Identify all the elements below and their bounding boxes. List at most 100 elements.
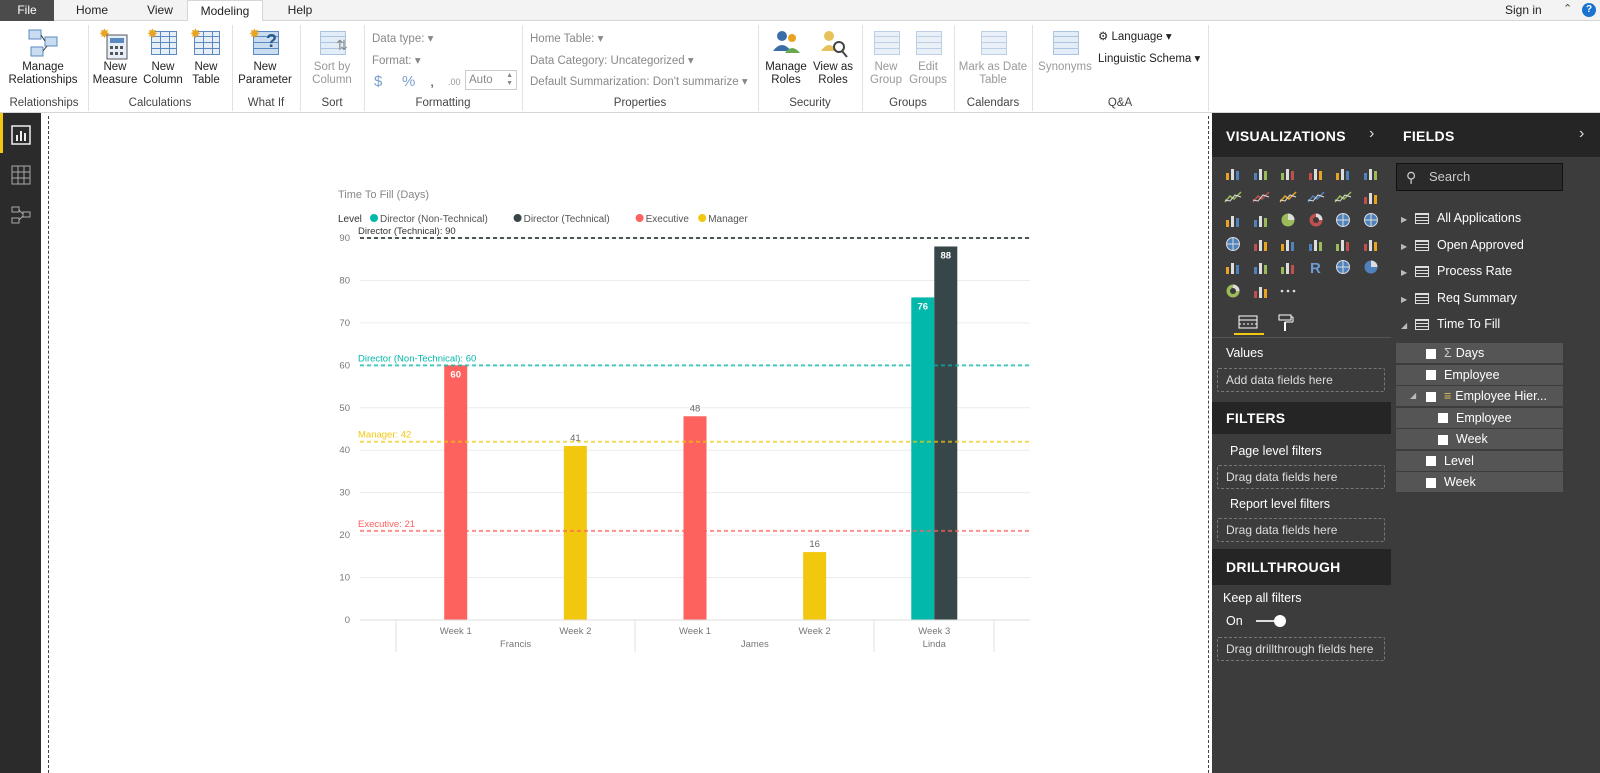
pie-chart-icon[interactable]: [1279, 212, 1297, 228]
field-table-req-summary[interactable]: ▶ Req Summary: [1401, 287, 1517, 309]
linguistic-schema-dropdown[interactable]: Linguistic Schema ▾: [1098, 51, 1200, 65]
chevron-right-icon[interactable]: ›: [1579, 125, 1584, 143]
language-dropdown[interactable]: ⚙ Language ▾: [1098, 29, 1172, 43]
field-item[interactable]: Σ Days: [1396, 343, 1563, 363]
mark-as-date-table-button[interactable]: Mark as Date Table: [958, 27, 1028, 87]
field-item[interactable]: Employee: [1396, 364, 1563, 385]
ribbon-chart-icon[interactable]: [1362, 189, 1380, 205]
new-parameter-button[interactable]: ✸? New Parameter: [236, 27, 294, 87]
new-table-button[interactable]: ✸ New Table: [186, 27, 226, 87]
format-paint-roller-icon[interactable]: [1276, 313, 1300, 335]
100-percent-column-chart-icon[interactable]: [1362, 165, 1380, 181]
data-category-dropdown[interactable]: Data Category: Uncategorized ▾: [530, 53, 694, 67]
new-group-button[interactable]: New Group: [866, 27, 906, 87]
field-checkbox[interactable]: [1426, 456, 1436, 467]
stacked-bar-chart-icon[interactable]: [1224, 165, 1242, 181]
map-icon[interactable]: [1362, 212, 1380, 228]
values-drop-zone[interactable]: Add data fields here: [1217, 368, 1385, 392]
report-filters-drop-zone[interactable]: Drag data fields here: [1217, 518, 1385, 542]
report-view-icon[interactable]: [10, 125, 32, 145]
field-table-open-approved[interactable]: ▶ Open Approved: [1401, 234, 1524, 256]
sort-by-column-button[interactable]: ⇅ Sort by Column: [304, 27, 360, 87]
line-chart-icon[interactable]: [1224, 189, 1242, 205]
field-item[interactable]: Week: [1396, 472, 1563, 492]
fields-well-tab-icon[interactable]: [1234, 313, 1264, 335]
manage-relationships-button[interactable]: Manage Relationships: [4, 27, 82, 87]
tab-help[interactable]: Help: [270, 0, 330, 21]
field-table-time-to-fill[interactable]: ◢ Time To Fill: [1401, 313, 1500, 335]
data-type-dropdown[interactable]: Data type: ▾: [372, 31, 433, 45]
field-table-process-rate[interactable]: ▶ Process Rate: [1401, 260, 1512, 282]
gauge-icon[interactable]: [1279, 236, 1297, 252]
default-summarization-dropdown[interactable]: Default Summarization: Don't summarize ▾: [530, 74, 748, 88]
manage-roles-button[interactable]: Manage Roles: [762, 27, 810, 87]
multi-row-card-icon[interactable]: [1334, 236, 1352, 252]
treemap-icon[interactable]: [1334, 212, 1352, 228]
decimal-places-input[interactable]: Auto ▲ ▼: [465, 70, 517, 90]
stacked-area-chart-icon[interactable]: [1279, 189, 1297, 205]
chevron-up-icon[interactable]: ⌃: [1563, 2, 1572, 15]
percent-button[interactable]: %: [402, 73, 415, 90]
funnel-icon[interactable]: [1252, 236, 1270, 252]
tab-view[interactable]: View: [130, 0, 190, 21]
arcgis-map-icon[interactable]: [1334, 259, 1352, 275]
sign-in-link[interactable]: Sign in: [1505, 3, 1542, 17]
data-view-icon[interactable]: [10, 165, 32, 185]
decimal-button[interactable]: .00: [448, 77, 461, 87]
table-visual-icon[interactable]: [1252, 259, 1270, 275]
field-checkbox[interactable]: [1438, 413, 1448, 424]
field-checkbox[interactable]: [1426, 370, 1436, 381]
new-table-label: New Table: [192, 61, 220, 86]
synonyms-button[interactable]: Synonyms: [1036, 27, 1094, 74]
r-visual-icon[interactable]: R: [1307, 259, 1325, 275]
comma-button[interactable]: ,: [430, 73, 434, 90]
filled-map-icon[interactable]: [1224, 236, 1242, 252]
field-checkbox[interactable]: [1438, 434, 1448, 445]
custom-pie-icon[interactable]: [1362, 259, 1380, 275]
field-checkbox[interactable]: [1426, 391, 1436, 402]
bar: [444, 365, 468, 620]
field-checkbox[interactable]: [1426, 348, 1436, 359]
kpi-icon[interactable]: [1362, 236, 1380, 252]
chevron-right-icon[interactable]: ›: [1369, 125, 1374, 143]
more-visuals-icon[interactable]: [1279, 283, 1297, 299]
tab-modeling[interactable]: Modeling: [187, 0, 263, 22]
tab-file[interactable]: File: [0, 0, 54, 21]
help-icon[interactable]: ?: [1582, 3, 1596, 17]
matrix-icon[interactable]: [1279, 259, 1297, 275]
currency-button[interactable]: $: [374, 73, 382, 90]
waterfall-chart-icon[interactable]: [1224, 212, 1242, 228]
field-item[interactable]: Week: [1396, 429, 1563, 449]
keep-filters-toggle[interactable]: [1256, 615, 1286, 627]
custom-visual-icon[interactable]: [1252, 283, 1270, 299]
drillthrough-drop-zone[interactable]: Drag drillthrough fields here: [1217, 637, 1385, 661]
100-percent-bar-chart-icon[interactable]: [1334, 165, 1352, 181]
column-chart[interactable]: Time To Fill (Days) Level Director (Non-…: [330, 180, 1050, 660]
line-column-chart-icon[interactable]: [1306, 189, 1325, 205]
home-table-dropdown[interactable]: Home Table: ▾: [530, 31, 603, 45]
slicer-icon[interactable]: [1224, 259, 1242, 275]
field-item[interactable]: Level: [1396, 450, 1563, 471]
new-measure-button[interactable]: ✸ New Measure: [92, 27, 138, 87]
model-view-icon[interactable]: [10, 205, 32, 225]
edit-groups-button[interactable]: Edit Groups: [908, 27, 948, 87]
view-as-roles-button[interactable]: View as Roles: [808, 27, 858, 87]
tab-home[interactable]: Home: [62, 0, 122, 21]
new-column-button[interactable]: ✸ New Column: [140, 27, 186, 87]
field-checkbox[interactable]: [1426, 477, 1436, 488]
field-item[interactable]: Employee: [1396, 407, 1563, 428]
clustered-column-chart-icon[interactable]: [1307, 165, 1325, 181]
field-table-all-applications[interactable]: ▶ All Applications: [1401, 207, 1521, 229]
area-chart-icon[interactable]: [1251, 189, 1270, 205]
line-clustered-column-chart-icon[interactable]: [1334, 189, 1352, 205]
custom-donut-icon[interactable]: [1224, 283, 1242, 299]
fields-search-input[interactable]: ⚲ Search: [1396, 163, 1563, 191]
stacked-column-chart-icon[interactable]: [1252, 165, 1270, 181]
page-filters-drop-zone[interactable]: Drag data fields here: [1217, 465, 1385, 489]
card-icon[interactable]: [1307, 236, 1325, 252]
field-item[interactable]: ◢ ≡ Employee Hier...: [1396, 386, 1563, 406]
clustered-bar-chart-icon[interactable]: [1279, 165, 1297, 181]
scatter-chart-icon[interactable]: [1252, 212, 1270, 228]
format-dropdown[interactable]: Format: ▾: [372, 53, 421, 67]
donut-chart-icon[interactable]: [1307, 212, 1325, 228]
